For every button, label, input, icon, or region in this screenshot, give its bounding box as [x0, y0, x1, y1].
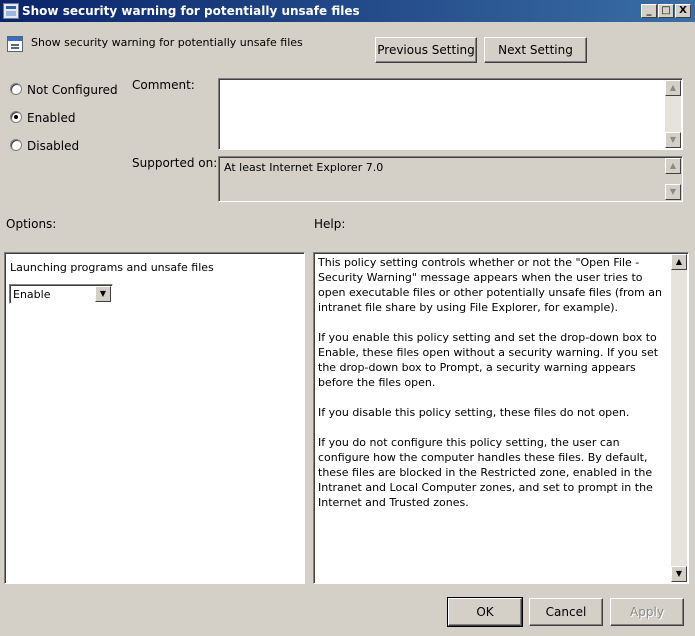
scroll-down-arrow-icon[interactable]: ▼	[665, 132, 681, 148]
help-scrollbar[interactable]: ▲ ▼	[671, 254, 687, 582]
dropdown-arrow-icon[interactable]: ▼	[95, 286, 111, 302]
scroll-up-arrow-icon[interactable]: ▲	[671, 254, 687, 270]
close-button[interactable]: X	[675, 4, 691, 18]
radio-not-configured[interactable]	[10, 83, 22, 95]
ok-button[interactable]: OK	[447, 597, 523, 627]
help-label: Help:	[314, 217, 346, 231]
radio-not-configured-label[interactable]: Not Configured	[27, 83, 118, 97]
policy-name: Show security warning for potentially un…	[31, 36, 303, 49]
radio-enabled[interactable]	[10, 111, 22, 123]
launching-programs-label: Launching programs and unsafe files	[10, 261, 214, 274]
launching-programs-select[interactable]: Enable ▼	[9, 284, 113, 304]
comment-label: Comment:	[132, 78, 195, 92]
minimize-button[interactable]: _	[641, 4, 657, 18]
help-paragraph: This policy setting controls whether or …	[318, 256, 662, 314]
title-bar[interactable]: Show security warning for potentially un…	[0, 0, 695, 22]
previous-setting-button[interactable]: Previous Setting	[375, 37, 477, 63]
options-panel: Launching programs and unsafe files Enab…	[4, 252, 305, 584]
window-title: Show security warning for potentially un…	[22, 4, 360, 18]
scroll-down-arrow-icon[interactable]: ▼	[671, 566, 687, 582]
cancel-button[interactable]: Cancel	[529, 598, 603, 626]
help-paragraph: If you do not configure this policy sett…	[318, 436, 653, 509]
supported-on-scrollbar[interactable]: ▲ ▼	[665, 158, 681, 200]
help-paragraph: If you disable this policy setting, thes…	[318, 406, 630, 419]
policy-setting-icon	[7, 36, 23, 52]
radio-disabled-label[interactable]: Disabled	[27, 139, 79, 153]
comment-scrollbar[interactable]: ▲ ▼	[665, 80, 681, 148]
app-icon	[3, 3, 19, 19]
scroll-up-arrow-icon[interactable]: ▲	[665, 80, 681, 96]
supported-on-label: Supported on:	[132, 156, 218, 170]
radio-disabled[interactable]	[10, 139, 22, 151]
supported-on-box: At least Internet Explorer 7.0 ▲ ▼	[218, 156, 683, 202]
select-value: Enable	[13, 288, 51, 301]
radio-enabled-label[interactable]: Enabled	[27, 111, 76, 125]
apply-button[interactable]: Apply	[610, 598, 684, 626]
next-setting-button[interactable]: Next Setting	[484, 37, 587, 63]
maximize-button[interactable]: □	[658, 4, 674, 18]
scroll-down-arrow-icon[interactable]: ▼	[665, 184, 681, 200]
help-text: This policy setting controls whether or …	[318, 255, 666, 525]
scroll-up-arrow-icon[interactable]: ▲	[665, 158, 681, 174]
help-paragraph: If you enable this policy setting and se…	[318, 331, 659, 389]
options-label: Options:	[6, 217, 57, 231]
help-panel: This policy setting controls whether or …	[313, 252, 689, 584]
supported-on-value: At least Internet Explorer 7.0	[224, 161, 384, 174]
comment-textarea[interactable]: ▲ ▼	[218, 78, 683, 150]
